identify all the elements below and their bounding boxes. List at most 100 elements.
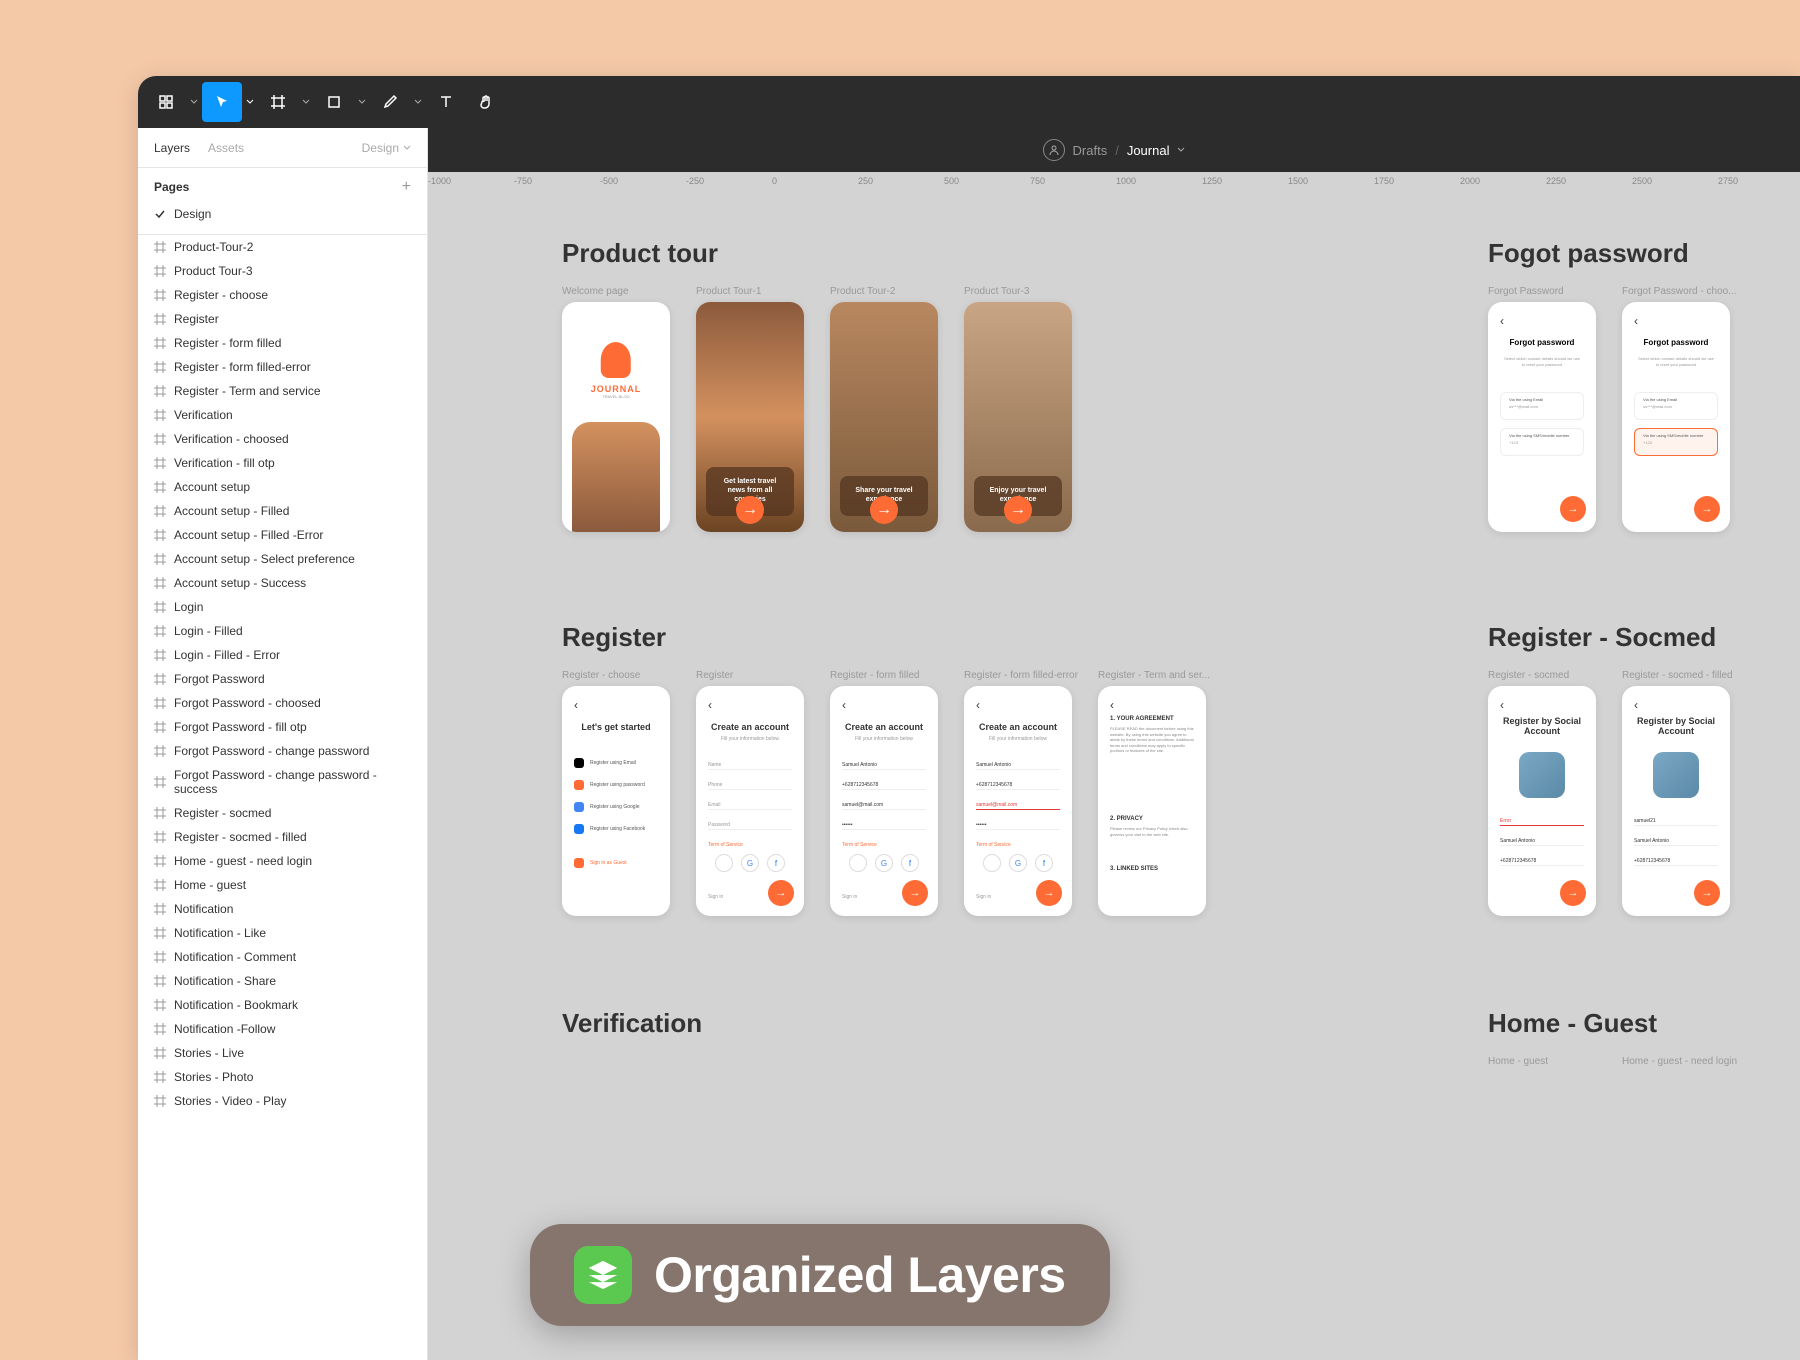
frame-icon — [154, 1095, 166, 1107]
layer-item[interactable]: Forgot Password - change password — [138, 739, 427, 763]
layer-item[interactable]: Product-Tour-2 — [138, 235, 427, 259]
tab-design[interactable]: Design — [362, 141, 411, 155]
layers-icon — [574, 1246, 632, 1304]
layer-item[interactable]: Home - guest - need login — [138, 849, 427, 873]
text-tool[interactable] — [426, 82, 466, 122]
shape-tool[interactable] — [314, 82, 354, 122]
layer-item[interactable]: Forgot Password - fill otp — [138, 715, 427, 739]
layer-item[interactable]: Register - socmed - filled — [138, 825, 427, 849]
move-dropdown[interactable] — [242, 82, 258, 122]
frame-label[interactable]: Register - socmed — [1488, 670, 1569, 681]
menu-dropdown[interactable] — [186, 82, 202, 122]
frame-label[interactable]: Forgot Password — [1488, 286, 1564, 297]
layer-item[interactable]: Notification - Comment — [138, 945, 427, 969]
frame-label[interactable]: Home - guest — [1488, 1056, 1548, 1067]
layer-item[interactable]: Notification - Share — [138, 969, 427, 993]
layer-item[interactable]: Login - Filled - Error — [138, 643, 427, 667]
frame-label[interactable]: Product Tour-2 — [830, 286, 895, 297]
layer-item[interactable]: Forgot Password — [138, 667, 427, 691]
layer-name: Notification - Bookmark — [174, 998, 298, 1012]
pen-tool[interactable] — [370, 82, 410, 122]
layer-item[interactable]: Notification - Bookmark — [138, 993, 427, 1017]
mock-register[interactable]: ‹ Create an account Fill your informatio… — [696, 686, 804, 916]
layer-name: Register — [174, 312, 219, 326]
frame-label[interactable]: Register - choose — [562, 670, 640, 681]
frame-label[interactable]: Home - guest - need login — [1622, 1056, 1737, 1067]
layer-item[interactable]: Account setup - Filled — [138, 499, 427, 523]
google-icon — [574, 802, 584, 812]
frame-icon — [154, 505, 166, 517]
check-icon — [154, 208, 166, 220]
mock-tour2[interactable]: Share your travel experience → — [830, 302, 938, 532]
layer-item[interactable]: Register — [138, 307, 427, 331]
canvas[interactable]: Product tour Welcome page JOURNAL TRAVEL… — [428, 194, 1800, 1360]
mock-register-error[interactable]: ‹ Create an account Fill your informatio… — [964, 686, 1072, 916]
layer-item[interactable]: Login — [138, 595, 427, 619]
frame-tool[interactable] — [258, 82, 298, 122]
layer-item[interactable]: Verification - choosed — [138, 427, 427, 451]
layer-item[interactable]: Forgot Password - change password - succ… — [138, 763, 427, 801]
layer-name: Register - socmed — [174, 806, 271, 820]
frame-icon — [154, 745, 166, 757]
frame-label[interactable]: Register - form filled — [830, 670, 919, 681]
frame-label[interactable]: Register — [696, 670, 733, 681]
layers-list[interactable]: Product-Tour-2Product Tour-3Register - c… — [138, 235, 427, 1360]
layer-item[interactable]: Register - form filled-error — [138, 355, 427, 379]
tab-layers[interactable]: Layers — [154, 141, 190, 155]
pen-dropdown[interactable] — [410, 82, 426, 122]
frame-label[interactable]: Forgot Password - choo... — [1622, 286, 1737, 297]
mock-welcome[interactable]: JOURNAL TRAVEL BLOG — [562, 302, 670, 532]
layer-item[interactable]: Forgot Password - choosed — [138, 691, 427, 715]
mock-tour3[interactable]: Enjoy your travel experience → — [964, 302, 1072, 532]
layer-item[interactable]: Stories - Live — [138, 1041, 427, 1065]
menu-button[interactable] — [146, 82, 186, 122]
layer-item[interactable]: Account setup - Success — [138, 571, 427, 595]
frame-label[interactable]: Register - Term and ser... — [1098, 670, 1210, 681]
frame-label[interactable]: Product Tour-1 — [696, 286, 761, 297]
layer-item[interactable]: Notification -Follow — [138, 1017, 427, 1041]
layer-name: Forgot Password - change password - succ… — [174, 768, 411, 796]
layer-item[interactable]: Verification — [138, 403, 427, 427]
layer-item[interactable]: Account setup — [138, 475, 427, 499]
layer-item[interactable]: Login - Filled — [138, 619, 427, 643]
layer-item[interactable]: Account setup - Select preference — [138, 547, 427, 571]
layer-name: Login — [174, 600, 203, 614]
mock-register-filled[interactable]: ‹ Create an account Fill your informatio… — [830, 686, 938, 916]
tab-assets[interactable]: Assets — [208, 141, 244, 155]
mock-register-choose[interactable]: ‹ Let's get started Register using Email… — [562, 686, 670, 916]
mock-socmed[interactable]: ‹ Register by Social Account Error Samue… — [1488, 686, 1596, 916]
frame-label[interactable]: Welcome page — [562, 286, 629, 297]
mock-tour1[interactable]: Get latest travel news from all countrie… — [696, 302, 804, 532]
breadcrumb-parent[interactable]: Drafts — [1073, 143, 1108, 158]
layer-item[interactable]: Register - Term and service — [138, 379, 427, 403]
layer-item[interactable]: Verification - fill otp — [138, 451, 427, 475]
layer-item[interactable]: Register - choose — [138, 283, 427, 307]
layer-item[interactable]: Account setup - Filled -Error — [138, 523, 427, 547]
frame-label[interactable]: Register - socmed - filled — [1622, 670, 1733, 681]
layer-item[interactable]: Register - form filled — [138, 331, 427, 355]
frame-label[interactable]: Product Tour-3 — [964, 286, 1029, 297]
layer-item[interactable]: Notification - Like — [138, 921, 427, 945]
page-item-design[interactable]: Design — [154, 204, 411, 224]
hand-tool[interactable] — [466, 82, 506, 122]
chevron-down-icon[interactable] — [1177, 146, 1185, 154]
layer-item[interactable]: Home - guest — [138, 873, 427, 897]
frame-dropdown[interactable] — [298, 82, 314, 122]
layer-item[interactable]: Register - socmed — [138, 801, 427, 825]
layer-item[interactable]: Stories - Photo — [138, 1065, 427, 1089]
move-tool[interactable] — [202, 82, 242, 122]
layer-item[interactable]: Product Tour-3 — [138, 259, 427, 283]
frame-label[interactable]: Register - form filled-error — [964, 670, 1078, 681]
shape-dropdown[interactable] — [354, 82, 370, 122]
breadcrumb-current[interactable]: Journal — [1127, 143, 1170, 158]
ruler: -1000-750-500-25002505007501000125015001… — [428, 172, 1800, 194]
mock-forgot[interactable]: ‹ Forgot password Select which contact d… — [1488, 302, 1596, 532]
layer-item[interactable]: Notification — [138, 897, 427, 921]
mock-forgot-chosen[interactable]: ‹ Forgot password Select which contact d… — [1622, 302, 1730, 532]
add-page-button[interactable]: + — [402, 178, 411, 196]
mock-register-terms[interactable]: ‹ 1. YOUR AGREEMENTPLEASE READ the docum… — [1098, 686, 1206, 916]
user-avatar-icon[interactable] — [1043, 139, 1065, 161]
layer-name: Notification — [174, 902, 233, 916]
layer-item[interactable]: Stories - Video - Play — [138, 1089, 427, 1113]
mock-socmed-filled[interactable]: ‹ Register by Social Account samuel21 Sa… — [1622, 686, 1730, 916]
